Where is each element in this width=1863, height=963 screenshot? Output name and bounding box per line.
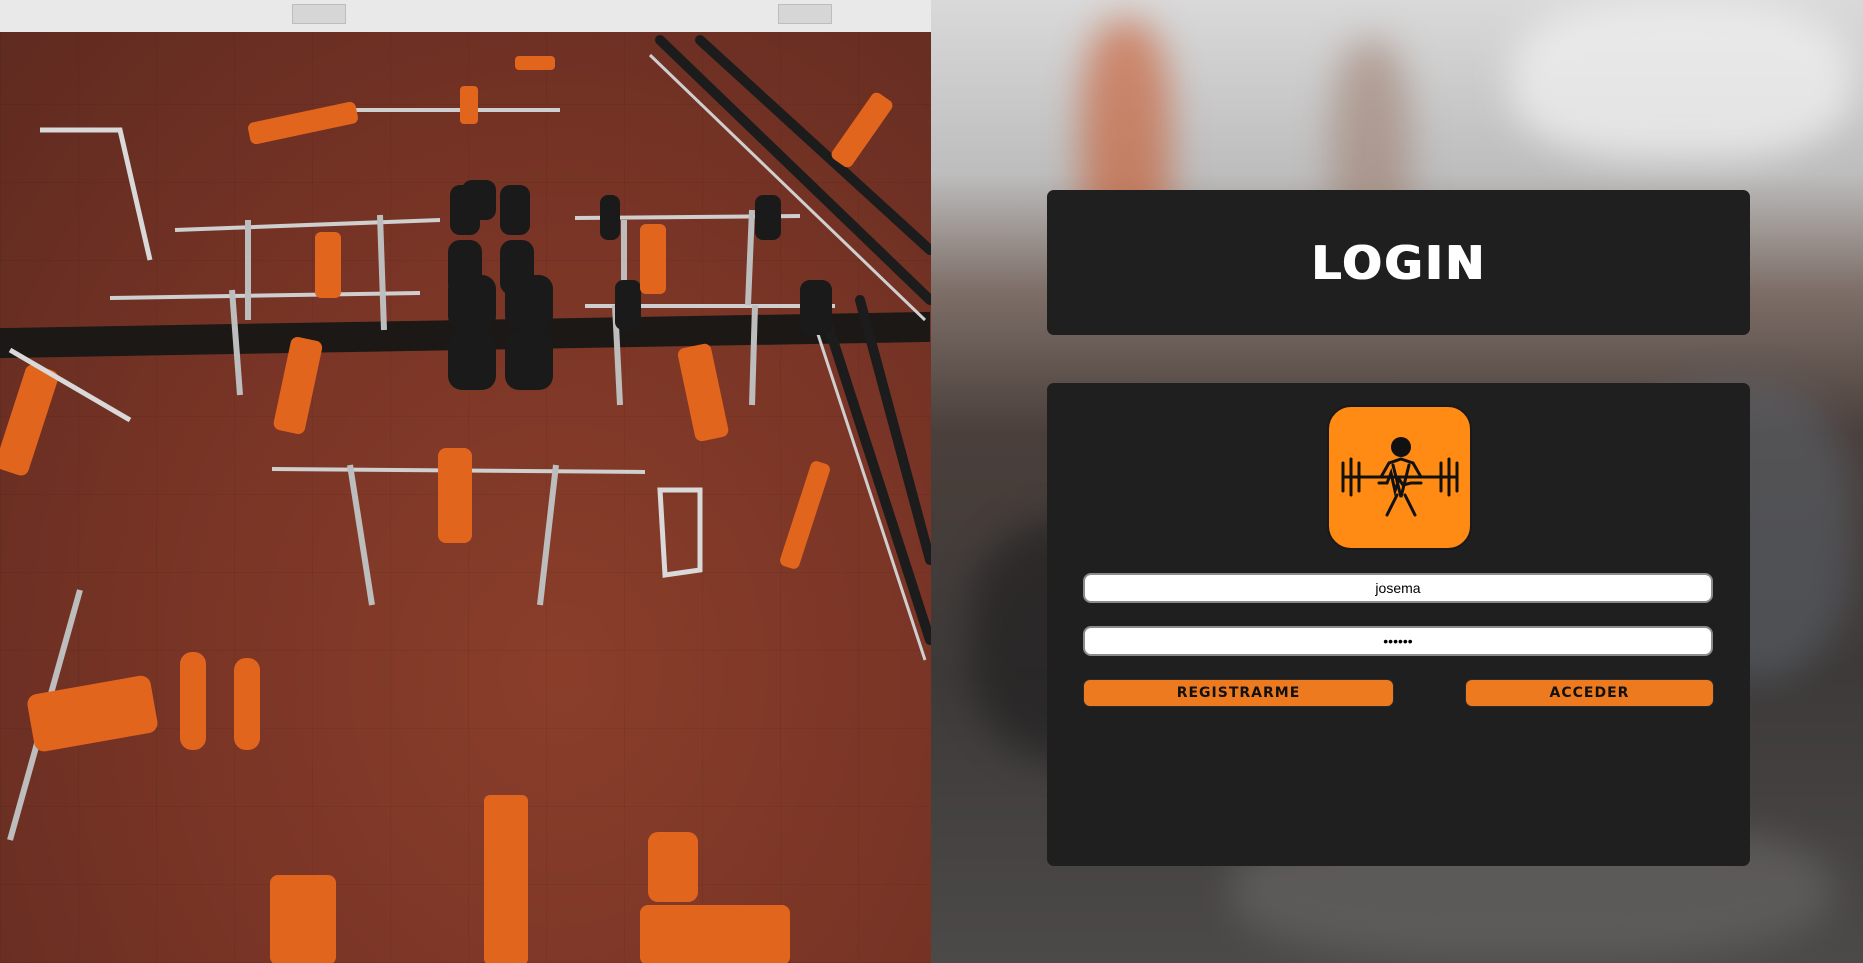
login-form-panel: REGISTRARME ACCEDER xyxy=(1047,383,1750,866)
access-button[interactable]: ACCEDER xyxy=(1465,679,1714,707)
register-button[interactable]: REGISTRARME xyxy=(1083,679,1394,707)
page-title: LOGIN xyxy=(1310,235,1487,290)
password-field[interactable] xyxy=(1083,626,1713,656)
gym-equipment-illustration xyxy=(0,35,931,963)
gym-floor-photo xyxy=(0,0,931,963)
login-title-panel: LOGIN xyxy=(1047,190,1750,335)
weightlifter-icon xyxy=(1327,405,1472,550)
username-field[interactable] xyxy=(1083,573,1713,603)
